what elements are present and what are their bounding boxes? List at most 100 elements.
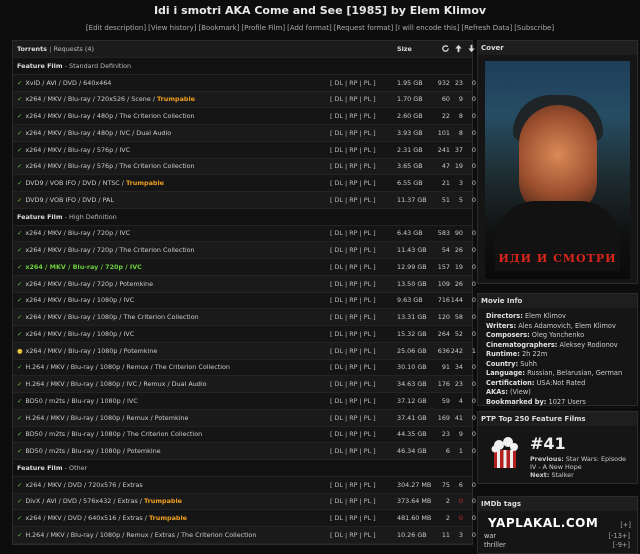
dl-rp-pl-links[interactable]: [ DL | RP | PL ] <box>330 280 397 288</box>
table-row[interactable]: ✓ x264 / MKV / Blu-ray / 1080p / IVC [ DL … <box>13 326 476 343</box>
dl-rp-pl-links[interactable]: [ DL | RP | PL ] <box>330 497 397 505</box>
table-row[interactable]: ✓ DivX / AVI / DVD / 576x432 / Extras / T… <box>13 493 476 511</box>
table-row[interactable]: ✓ H.264 / MKV / Blu-ray / 1080p / Remux /… <box>13 360 476 377</box>
info-value[interactable]: 2h 22m <box>520 350 547 358</box>
dl-rp-pl-links[interactable]: [ DL | RP | PL ] <box>330 330 397 338</box>
dl-rp-pl-links[interactable]: [ DL | RP | PL ] <box>330 296 397 304</box>
torrent-title-link[interactable]: BD50 / m2ts / Blu-ray / 1080p / The Crit… <box>25 430 202 438</box>
movie-poster[interactable]: ИДИ И СМОТРИ <box>485 61 630 279</box>
torrent-title-link[interactable]: H.264 / MKV / Blu-ray / 1080p / Remux / … <box>25 531 256 539</box>
torrent-title-link[interactable]: x264 / MKV / Blu-ray / 1080p / IVC <box>25 330 134 338</box>
torrent-title-link[interactable]: DivX / AVI / DVD / 576x432 / Extras / <box>25 497 144 505</box>
dl-rp-pl-links[interactable]: [ DL | RP | PL ] <box>330 95 397 103</box>
action-link-5[interactable]: [Request format] <box>334 24 393 32</box>
table-row[interactable]: ✓ DVD9 / VOB IFO / DVD / PAL [ DL | RP | P… <box>13 192 476 209</box>
table-row[interactable]: ✓ x264 / MKV / Blu-ray / 1080p / IVC [ DL … <box>13 293 476 310</box>
torrent-title-link[interactable]: x264 / MKV / Blu-ray / 576p / The Criter… <box>25 162 194 170</box>
table-row[interactable]: ✓ DVD9 / VOB IFO / DVD / NTSC / Trumpable… <box>13 175 476 192</box>
dl-rp-pl-links[interactable]: [ DL | RP | PL ] <box>330 229 397 237</box>
dl-rp-pl-links[interactable]: [ DL | RP | PL ] <box>330 363 397 371</box>
torrent-title-link[interactable]: x264 / MKV / Blu-ray / 1080p / IVC <box>25 296 134 304</box>
torrent-title-link[interactable]: x264 / MKV / Blu-ray / 720p / Potemkine <box>25 280 153 288</box>
table-row[interactable]: ✓ x264 / MKV / Blu-ray / 720p / IVC [ DL |… <box>13 259 476 276</box>
dl-rp-pl-links[interactable]: [ DL | RP | PL ] <box>330 79 397 87</box>
info-value[interactable]: Elem Klimov <box>523 312 566 320</box>
torrent-title-link[interactable]: x264 / MKV / Blu-ray / 720p / IVC <box>25 263 141 271</box>
torrent-title-link[interactable]: DVD9 / VOB IFO / DVD / NTSC / <box>25 179 126 187</box>
torrent-title-link[interactable]: x264 / MKV / Blu-ray / 720x526 / Scene / <box>25 95 157 103</box>
torrent-title-link[interactable]: BD50 / m2ts / Blu-ray / 1080p / Potemkin… <box>25 447 160 455</box>
imdb-tag-link[interactable]: thriller <box>484 541 506 550</box>
dl-rp-pl-links[interactable]: [ DL | RP | PL ] <box>330 481 397 489</box>
table-row[interactable]: ✓ x264 / MKV / Blu-ray / 720x526 / Scene … <box>13 91 476 109</box>
info-value[interactable]: Suhh <box>518 360 537 368</box>
dl-rp-pl-links[interactable]: [ DL | RP | PL ] <box>330 129 397 137</box>
requests-tab[interactable]: Requests (4) <box>54 45 94 53</box>
torrent-title-link[interactable]: H.264 / MKV / Blu-ray / 1080p / Remux / … <box>25 363 230 371</box>
dl-rp-pl-links[interactable]: [ DL | RP | PL ] <box>330 196 397 204</box>
action-link-4[interactable]: [Add format] <box>287 24 332 32</box>
table-row[interactable]: ✓ BD50 / m2ts / Blu-ray / 1080p / Potemki… <box>13 443 476 460</box>
torrent-title-link[interactable]: x264 / MKV / Blu-ray / 480p / The Criter… <box>25 112 194 120</box>
torrents-tab[interactable]: Torrents <box>17 45 47 53</box>
dl-rp-pl-links[interactable]: [ DL | RP | PL ] <box>330 179 397 187</box>
table-row[interactable]: ✓ x264 / MKV / Blu-ray / 480p / IVC / Dua… <box>13 125 476 142</box>
info-value[interactable]: Ales Adamovich, Elem Klimov <box>516 322 616 330</box>
table-row[interactable]: ✓ x264 / MKV / Blu-ray / 720p / IVC [ DL |… <box>13 226 476 243</box>
table-row[interactable]: ✓ x264 / MKV / Blu-ray / 576p / IVC [ DL |… <box>13 142 476 159</box>
next-film-link[interactable]: Stalker <box>549 471 573 479</box>
table-row[interactable]: ✓ BD50 / m2ts / Blu-ray / 1080p / The Cri… <box>13 427 476 444</box>
action-link-8[interactable]: [Subscribe] <box>514 24 554 32</box>
info-value[interactable]: Aleksey Rodionov <box>557 341 617 349</box>
dl-rp-pl-links[interactable]: [ DL | RP | PL ] <box>330 347 397 355</box>
table-row[interactable]: ✓ x264 / MKV / DVD / 720x576 / Extras [ DL… <box>13 477 476 494</box>
dl-rp-pl-links[interactable]: [ DL | RP | PL ] <box>330 447 397 455</box>
dl-rp-pl-links[interactable]: [ DL | RP | PL ] <box>330 162 397 170</box>
table-row[interactable]: ✓ x264 / MKV / DVD / 640x516 / Extras / T… <box>13 510 476 527</box>
torrent-title-link[interactable]: BD50 / m2ts / Blu-ray / 1080p / IVC <box>25 397 137 405</box>
dl-rp-pl-links[interactable]: [ DL | RP | PL ] <box>330 246 397 254</box>
torrent-title-link[interactable]: DVD9 / VOB IFO / DVD / PAL <box>25 196 114 204</box>
torrent-title-link[interactable]: x264 / MKV / Blu-ray / 480p / IVC / Dual… <box>25 129 171 137</box>
dl-rp-pl-links[interactable]: [ DL | RP | PL ] <box>330 112 397 120</box>
torrent-title-link[interactable]: x264 / MKV / Blu-ray / 720p / The Criter… <box>25 246 194 254</box>
action-link-3[interactable]: [Profile Film] <box>241 24 285 32</box>
torrent-title-link[interactable]: H.264 / MKV / Blu-ray / 1080p / Remux / … <box>25 414 188 422</box>
table-row[interactable]: ✓ BD50 / m2ts / Blu-ray / 1080p / IVC [ DL… <box>13 393 476 410</box>
tag-vote-control[interactable]: [+] <box>620 521 631 529</box>
torrent-title-link[interactable]: x264 / MKV / Blu-ray / 1080p / The Crite… <box>25 313 198 321</box>
torrent-title-link[interactable]: x264 / MKV / DVD / 720x576 / Extras <box>25 481 142 489</box>
info-value[interactable]: (View) <box>508 388 531 396</box>
dl-rp-pl-links[interactable]: [ DL | RP | PL ] <box>330 380 397 388</box>
title-director-link[interactable]: Elem Klimov <box>410 4 486 17</box>
table-row[interactable]: ✓ H.264 / MKV / Blu-ray / 1080p / Remux /… <box>13 409 476 427</box>
dl-rp-pl-links[interactable]: [ DL | RP | PL ] <box>330 397 397 405</box>
dl-rp-pl-links[interactable]: [ DL | RP | PL ] <box>330 514 397 522</box>
table-row[interactable]: ✓ x264 / MKV / Blu-ray / 720p / The Crite… <box>13 242 476 259</box>
info-value[interactable]: Russian, Belarusian, German <box>525 369 622 377</box>
dl-rp-pl-links[interactable]: [ DL | RP | PL ] <box>330 430 397 438</box>
torrent-title-link[interactable]: x264 / MKV / Blu-ray / 1080p / Potemkine <box>26 347 158 355</box>
action-link-7[interactable]: [Refresh Data] <box>461 24 512 32</box>
torrent-title-link[interactable]: x264 / MKV / Blu-ray / 720p / IVC <box>25 229 130 237</box>
dl-rp-pl-links[interactable]: [ DL | RP | PL ] <box>330 313 397 321</box>
imdb-tag-votes[interactable]: [-9+] <box>613 541 630 550</box>
info-value[interactable]: 1027 Users <box>546 398 586 406</box>
table-row[interactable]: ✓ x264 / MKV / Blu-ray / 1080p / The Crit… <box>13 309 476 326</box>
action-link-2[interactable]: [Bookmark] <box>198 24 239 32</box>
imdb-tag-link[interactable]: war <box>484 532 496 541</box>
torrent-title-link[interactable]: H.264 / MKV / Blu-ray / 1080p / IVC / Re… <box>25 380 206 388</box>
table-row[interactable]: ✓ x264 / MKV / Blu-ray / 480p / The Crite… <box>13 108 476 125</box>
info-value[interactable]: USA:Not Rated <box>535 379 586 387</box>
dl-rp-pl-links[interactable]: [ DL | RP | PL ] <box>330 414 397 422</box>
table-row[interactable]: ✓ XviD / AVI / DVD / 640x464 [ DL | RP | P… <box>13 75 476 92</box>
dl-rp-pl-links[interactable]: [ DL | RP | PL ] <box>330 146 397 154</box>
torrent-title-link[interactable]: x264 / MKV / DVD / 640x516 / Extras / <box>25 514 149 522</box>
torrent-title-link[interactable]: XviD / AVI / DVD / 640x464 <box>25 79 111 87</box>
table-row[interactable]: ✓ x264 / MKV / Blu-ray / 576p / The Crite… <box>13 158 476 176</box>
table-row[interactable]: ✓ x264 / MKV / Blu-ray / 720p / Potemkine… <box>13 275 476 293</box>
table-row[interactable]: ✓ H.264 / MKV / Blu-ray / 1080p / IVC / R… <box>13 376 476 393</box>
action-link-6[interactable]: [I will encode this] <box>395 24 459 32</box>
dl-rp-pl-links[interactable]: [ DL | RP | PL ] <box>330 263 397 271</box>
imdb-tag-votes[interactable]: [-13+] <box>609 532 630 541</box>
